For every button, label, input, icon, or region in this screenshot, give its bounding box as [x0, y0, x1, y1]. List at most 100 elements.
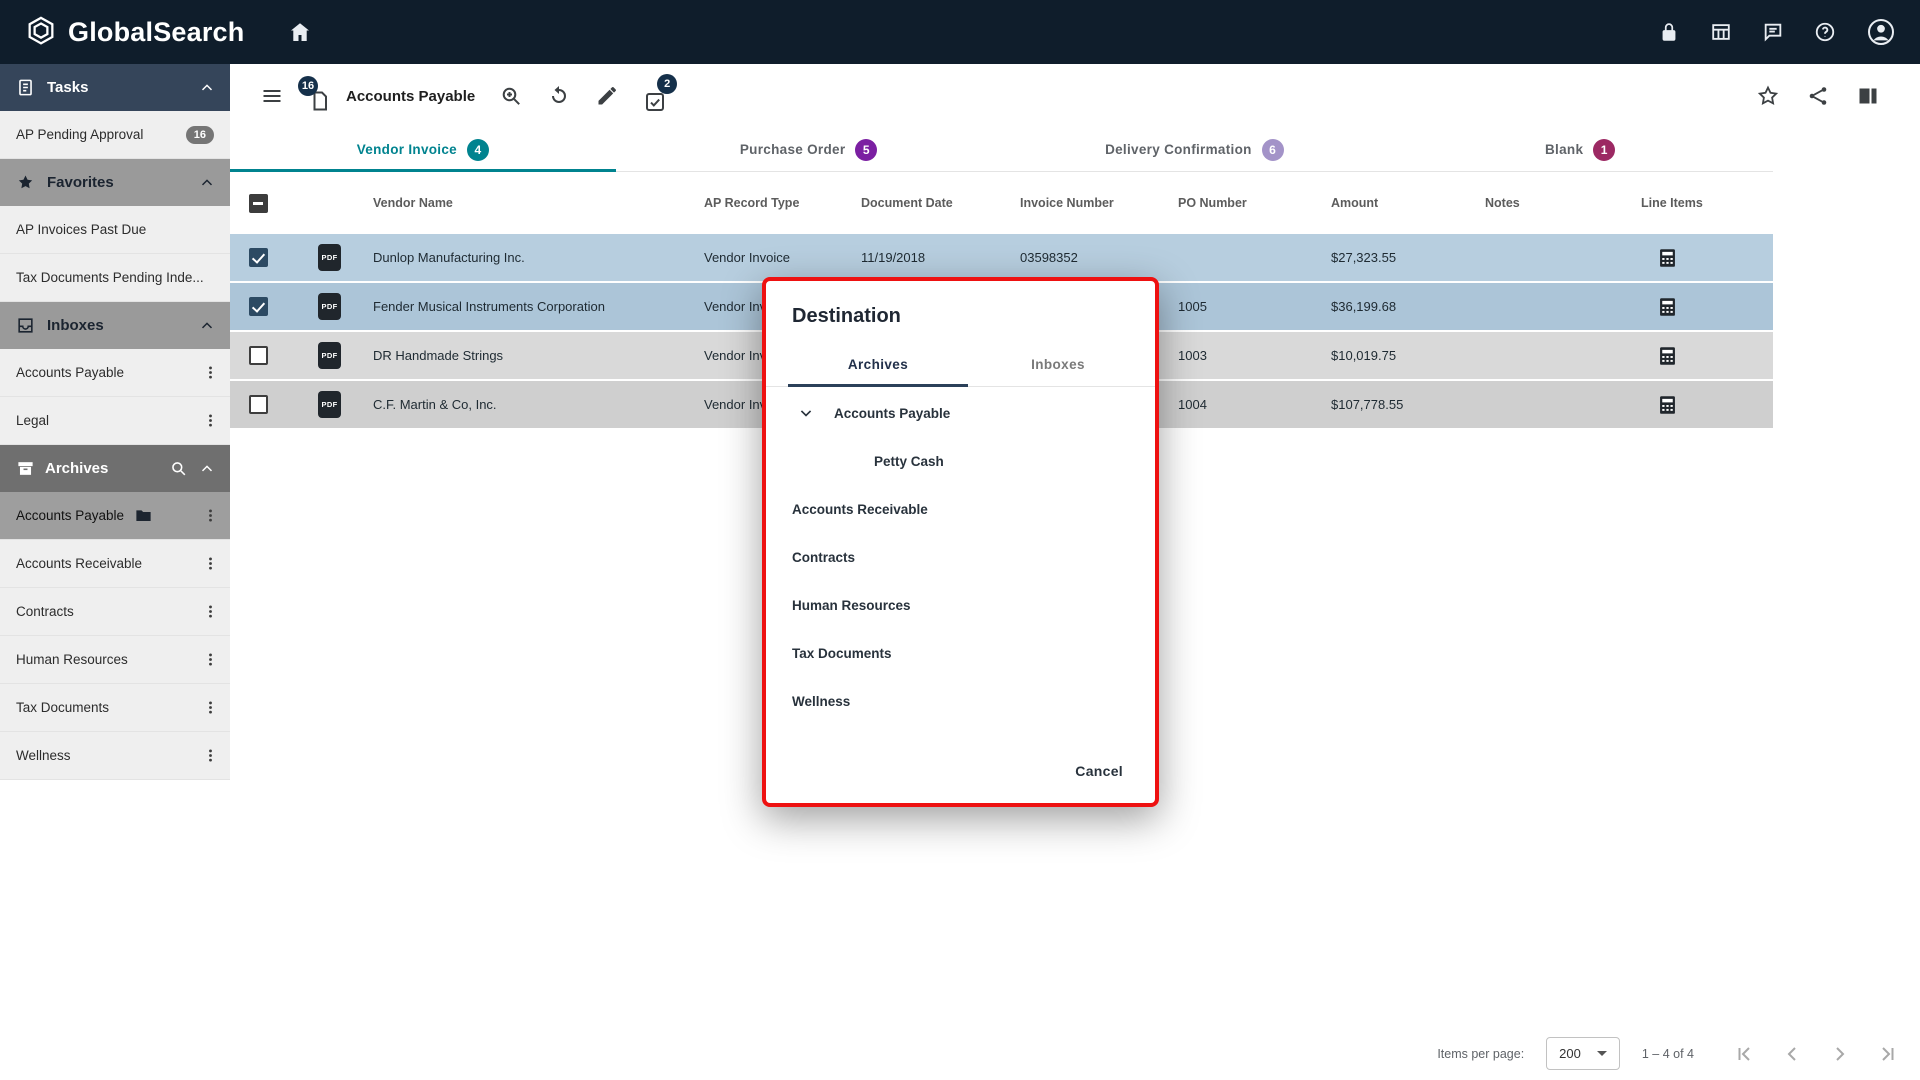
tree-item-accounts-receivable[interactable]: Accounts Receivable: [766, 485, 1155, 533]
tab-vendor-invoice[interactable]: Vendor Invoice 4: [230, 128, 616, 172]
line-items-icon[interactable]: [1657, 247, 1678, 269]
sidebar-archive-accounts-payable[interactable]: Accounts Payable: [0, 492, 230, 540]
item-label: Contracts: [16, 604, 74, 619]
tree-item-human-resources[interactable]: Human Resources: [766, 581, 1155, 629]
kebab-menu-icon[interactable]: [199, 648, 222, 671]
line-items-icon[interactable]: [1657, 345, 1678, 367]
tab-label: Purchase Order: [739, 142, 846, 157]
table-row[interactable]: PDF Dunlop Manufacturing Inc. Vendor Inv…: [230, 234, 1773, 283]
row-checkbox[interactable]: [248, 395, 268, 414]
col-header-document-date[interactable]: Document Date: [861, 196, 1020, 210]
lock-icon[interactable]: [1658, 21, 1680, 43]
last-page-icon[interactable]: [1876, 1042, 1900, 1066]
tab-label: Blank: [1544, 142, 1584, 157]
open-documents-button[interactable]: 16: [298, 76, 334, 114]
approvals-button[interactable]: 2: [637, 74, 678, 114]
pdf-icon[interactable]: PDF: [318, 391, 341, 418]
kebab-menu-icon[interactable]: [199, 744, 222, 767]
sidebar-archive-contracts[interactable]: Contracts: [0, 588, 230, 636]
tree-item-label: Human Resources: [792, 597, 911, 613]
tree-item-petty-cash[interactable]: Petty Cash: [766, 437, 1155, 485]
sidebar-section-tasks[interactable]: Tasks: [0, 64, 230, 111]
sidebar-archive-wellness[interactable]: Wellness: [0, 732, 230, 780]
share-icon[interactable]: [1806, 84, 1830, 108]
line-items-icon[interactable]: [1657, 394, 1678, 416]
chat-icon[interactable]: [1762, 21, 1784, 43]
pdf-icon[interactable]: PDF: [318, 244, 341, 271]
sidebar-section-inboxes[interactable]: Inboxes: [0, 302, 230, 349]
menu-icon[interactable]: [260, 84, 284, 108]
tree-item-label: Accounts Payable: [834, 405, 951, 421]
col-header-ap-record-type[interactable]: AP Record Type: [704, 196, 861, 210]
dialog-tab-archives[interactable]: Archives: [788, 342, 968, 387]
col-header-line-items[interactable]: Line Items: [1641, 196, 1773, 210]
document-count-badge: 16: [298, 76, 318, 96]
row-checkbox[interactable]: [248, 346, 268, 365]
search-documents-icon[interactable]: [499, 84, 523, 108]
cell-document-date: 11/19/2018: [861, 250, 926, 265]
sidebar-section-favorites[interactable]: Favorites: [0, 159, 230, 206]
col-header-notes[interactable]: Notes: [1485, 196, 1641, 210]
items-per-page-label: Items per page:: [1437, 1046, 1525, 1061]
tab-purchase-order[interactable]: Purchase Order 5: [616, 128, 1002, 171]
cell-vendor-name: C.F. Martin & Co, Inc.: [373, 397, 497, 412]
edit-icon[interactable]: [595, 84, 619, 108]
dialog-tab-inboxes[interactable]: Inboxes: [968, 342, 1148, 386]
items-per-page-select[interactable]: 200: [1546, 1037, 1620, 1070]
tab-delivery-confirmation[interactable]: Delivery Confirmation 6: [1002, 128, 1388, 171]
col-header-po-number[interactable]: PO Number: [1178, 196, 1331, 210]
sidebar-item-ap-pending-approval[interactable]: AP Pending Approval 16: [0, 111, 230, 159]
row-checkbox[interactable]: [248, 297, 268, 316]
item-label: Tax Documents: [16, 700, 110, 715]
kebab-menu-icon[interactable]: [199, 600, 222, 623]
items-per-page-value: 200: [1559, 1046, 1581, 1061]
refresh-icon[interactable]: [547, 84, 571, 108]
avatar-icon[interactable]: [1866, 17, 1896, 47]
sidebar-archive-human-resources[interactable]: Human Resources: [0, 636, 230, 684]
kebab-menu-icon[interactable]: [199, 504, 222, 527]
tree-item-contracts[interactable]: Contracts: [766, 533, 1155, 581]
search-icon[interactable]: [169, 459, 188, 478]
columns-view-icon[interactable]: [1856, 84, 1880, 108]
help-icon[interactable]: [1814, 21, 1836, 43]
previous-page-icon[interactable]: [1780, 1042, 1804, 1066]
tree-item-label: Tax Documents: [792, 645, 892, 661]
sidebar-inbox-accounts-payable[interactable]: Accounts Payable: [0, 349, 230, 397]
kebab-menu-icon[interactable]: [199, 361, 222, 384]
pdf-icon[interactable]: PDF: [318, 293, 341, 320]
sidebar-section-archives[interactable]: Archives: [0, 445, 230, 492]
home-icon[interactable]: [288, 20, 312, 44]
sidebar-archive-tax-documents[interactable]: Tax Documents: [0, 684, 230, 732]
col-header-amount[interactable]: Amount: [1331, 196, 1485, 210]
kebab-menu-icon[interactable]: [199, 696, 222, 719]
sidebar-item-ap-invoices-past-due[interactable]: AP Invoices Past Due: [0, 206, 230, 254]
apps-grid-icon[interactable]: [1710, 21, 1732, 43]
col-header-vendor-name[interactable]: Vendor Name: [373, 196, 704, 210]
tree-item-wellness[interactable]: Wellness: [766, 677, 1155, 725]
cell-ap-record-type: Vendor Invoice: [704, 250, 791, 265]
tree-item-tax-documents[interactable]: Tax Documents: [766, 629, 1155, 677]
archive-title: Accounts Payable: [346, 87, 476, 105]
cell-invoice-number: 03598352: [1020, 250, 1078, 265]
destination-tree: Accounts Payable Petty Cash Accounts Rec…: [766, 387, 1155, 725]
row-checkbox[interactable]: [248, 248, 268, 267]
sidebar-archive-accounts-receivable[interactable]: Accounts Receivable: [0, 540, 230, 588]
col-header-invoice-number[interactable]: Invoice Number: [1020, 196, 1178, 210]
item-label: AP Invoices Past Due: [16, 222, 147, 237]
kebab-menu-icon[interactable]: [199, 552, 222, 575]
tree-item-accounts-payable[interactable]: Accounts Payable: [766, 389, 1155, 437]
cancel-button[interactable]: Cancel: [1069, 755, 1129, 787]
select-all-checkbox[interactable]: [248, 193, 268, 213]
first-page-icon[interactable]: [1732, 1042, 1756, 1066]
line-items-icon[interactable]: [1657, 296, 1678, 318]
next-page-icon[interactable]: [1828, 1042, 1852, 1066]
chevron-up-icon: [198, 174, 216, 192]
sidebar-item-tax-documents-pending[interactable]: Tax Documents Pending Inde...: [0, 254, 230, 302]
tab-blank[interactable]: Blank 1: [1387, 128, 1773, 171]
favorite-star-icon[interactable]: [1756, 84, 1780, 108]
sidebar-inbox-legal[interactable]: Legal: [0, 397, 230, 445]
chevron-down-icon[interactable]: [796, 403, 816, 423]
star-icon: [16, 173, 35, 192]
pdf-icon[interactable]: PDF: [318, 342, 341, 369]
kebab-menu-icon[interactable]: [199, 409, 222, 432]
